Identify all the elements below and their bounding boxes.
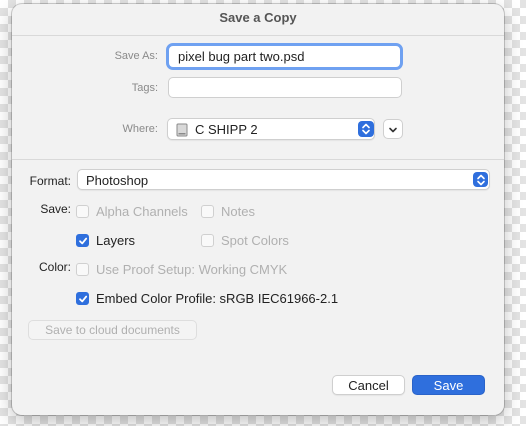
tags-field[interactable] [168,77,402,98]
spot-colors-label: Spot Colors [221,233,289,248]
where-popup[interactable]: C SHIPP 2 [167,118,375,140]
layers-checkbox[interactable] [76,234,89,247]
where-chevron-updown-icon [358,121,374,137]
layers-label: Layers [96,233,136,248]
cancel-button[interactable]: Cancel [332,375,405,395]
embed-color-profile-label: Embed Color Profile: sRGB IEC61966-2.1 [96,291,339,306]
use-proof-setup-label: Use Proof Setup: Working CMYK [96,262,288,277]
where-label: Where: [122,123,158,135]
notes-label: Notes [221,204,255,219]
notes-checkbox[interactable] [201,205,214,218]
alpha-channels-label: Alpha Channels [96,204,188,219]
alpha-channels-checkbox[interactable] [76,205,89,218]
checkmark-icon [78,237,87,244]
save-as-field[interactable]: pixel bug part two.psd [166,43,403,70]
tags-label: Tags: [131,82,158,94]
format-popup[interactable]: Photoshop [77,169,490,190]
embed-color-profile-checkbox[interactable] [76,292,89,305]
expand-browser-button[interactable] [383,119,403,139]
checkmark-icon [78,295,87,302]
format-value: Photoshop [86,173,149,188]
chevron-down-icon [388,122,398,137]
save-a-copy-dialog: Save a Copy Save As: pixel bug part two.… [12,4,504,415]
section-divider [12,159,504,160]
save-options-label: Save: [40,202,71,216]
spot-colors-checkbox[interactable] [201,234,214,247]
color-options-label: Color: [38,260,71,274]
format-chevron-updown-icon [473,172,488,187]
save-as-label: Save As: [114,50,158,62]
drive-icon [175,123,189,140]
save-button[interactable]: Save [412,375,485,395]
where-value: C SHIPP 2 [195,122,258,137]
format-label: Format: [29,174,71,188]
use-proof-setup-checkbox[interactable] [76,263,89,276]
title-divider [12,35,504,36]
dialog-title: Save a Copy [219,10,297,25]
save-as-value: pixel bug part two.psd [178,49,305,64]
save-to-cloud-button[interactable]: Save to cloud documents [28,320,197,340]
